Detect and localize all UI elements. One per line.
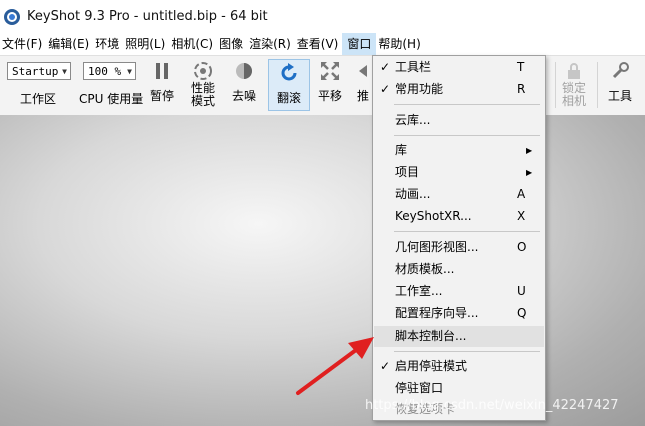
tumble-button[interactable]: 翻滚: [268, 59, 310, 111]
lock-camera-icon: [563, 60, 585, 82]
submenu-arrow-icon: ▶: [526, 146, 533, 155]
pan-icon: [319, 60, 341, 82]
workspace-select-value: Startup: [12, 65, 59, 78]
lock-camera-label-2: 相机: [561, 94, 586, 108]
menu-separator: [394, 135, 540, 136]
performance-mode-label-2: 模式: [190, 94, 215, 108]
menu-file[interactable]: 文件(F): [0, 33, 46, 55]
checkmark-icon: ✓: [379, 359, 391, 373]
cpu-usage-label: CPU 使用量: [79, 92, 144, 106]
keyshot-logo-icon: [4, 8, 20, 25]
menu-item-scripting-console[interactable]: 脚本控制台...: [374, 326, 544, 347]
menu-item-material-templates[interactable]: 材质模板...: [374, 259, 544, 280]
push-label: 推: [356, 89, 369, 103]
title-bar: KeyShot 9.3 Pro - untitled.bip - 64 bit: [0, 0, 645, 33]
menu-item-geometry-view[interactable]: 几何图形视图... O: [374, 237, 544, 258]
window-title: KeyShot 9.3 Pro - untitled.bip - 64 bit: [27, 9, 268, 24]
toolbar-separator: [597, 62, 598, 108]
annotation-arrow: [296, 337, 374, 395]
menu-separator: [394, 231, 540, 232]
submenu-arrow-icon: ▶: [526, 168, 533, 177]
lock-camera-button[interactable]: 锁定 相机: [558, 60, 590, 108]
menu-separator: [394, 351, 540, 352]
menu-item-library[interactable]: 库 ▶: [374, 140, 544, 161]
menu-image[interactable]: 图像: [217, 33, 247, 55]
menu-lighting[interactable]: 照明(L): [123, 33, 169, 55]
pause-button[interactable]: 暂停: [148, 60, 176, 103]
menu-bar: 文件(F) 编辑(E) 环境 照明(L) 相机(C) 图像 渲染(R) 查看(V…: [0, 33, 645, 55]
cpu-usage-value: 100 %: [88, 65, 122, 78]
push-icon: [354, 60, 372, 82]
pan-button[interactable]: 平移: [316, 60, 344, 103]
performance-mode-button[interactable]: 性能 模式: [186, 60, 220, 108]
toolbar: Startup ▼ 工作区 100 % ▼ CPU 使用量 暂停 性能 模式 去…: [0, 55, 645, 116]
toolbar-separator: [555, 62, 556, 108]
menu-item-project[interactable]: 项目 ▶: [374, 162, 544, 183]
menu-separator: [394, 104, 540, 105]
menu-item-cloud-library[interactable]: 云库...: [374, 110, 544, 131]
window-menu-dropdown: ✓ 工具栏 T ✓ 常用功能 R 云库... 库 ▶ 项目 ▶ 动画... A …: [372, 55, 546, 421]
menu-help[interactable]: 帮助(H): [376, 33, 424, 55]
menu-item-dock-windows[interactable]: 停驻窗口: [374, 378, 544, 399]
pause-icon: [151, 60, 173, 82]
menu-environment[interactable]: 环境: [93, 33, 123, 55]
checkmark-icon: ✓: [379, 60, 391, 74]
menu-item-keyshotxr[interactable]: KeyShotXR... X: [374, 206, 544, 227]
push-button[interactable]: 推: [354, 60, 372, 103]
tumble-label: 翻滚: [276, 91, 301, 105]
workspace-select[interactable]: Startup ▼: [7, 62, 71, 80]
performance-mode-icon: [192, 60, 214, 82]
watermark-text: https://blog.csdn.net/weixin_42247427: [365, 398, 619, 413]
workspace-label: 工作区: [20, 92, 57, 106]
chevron-down-icon: ▼: [62, 67, 67, 76]
denoise-label: 去噪: [231, 89, 256, 103]
denoise-button[interactable]: 去噪: [230, 60, 258, 103]
denoise-icon: [233, 60, 255, 82]
pan-label: 平移: [317, 89, 342, 103]
checkmark-icon: ✓: [379, 82, 391, 96]
tools-button[interactable]: 工具: [603, 60, 637, 103]
menu-item-studios[interactable]: 工作室... U: [374, 281, 544, 302]
menu-edit[interactable]: 编辑(E): [46, 33, 93, 55]
cpu-usage-select[interactable]: 100 % ▼: [83, 62, 136, 80]
tumble-icon: [278, 62, 300, 84]
tools-icon: [609, 60, 631, 82]
menu-item-docking-mode[interactable]: ✓ 启用停驻模式: [374, 356, 544, 377]
menu-item-toolbar[interactable]: ✓ 工具栏 T: [374, 57, 544, 78]
menu-render[interactable]: 渲染(R): [247, 33, 295, 55]
tools-label: 工具: [607, 89, 632, 103]
menu-item-configurator-wizard[interactable]: 配置程序向导... Q: [374, 303, 544, 324]
menu-view[interactable]: 查看(V): [295, 33, 343, 55]
menu-camera[interactable]: 相机(C): [169, 33, 217, 55]
menu-item-favorites[interactable]: ✓ 常用功能 R: [374, 79, 544, 100]
pause-label: 暂停: [149, 89, 174, 103]
chevron-down-icon: ▼: [127, 67, 132, 76]
menu-item-animation[interactable]: 动画... A: [374, 184, 544, 205]
menu-window[interactable]: 窗口: [342, 33, 377, 55]
